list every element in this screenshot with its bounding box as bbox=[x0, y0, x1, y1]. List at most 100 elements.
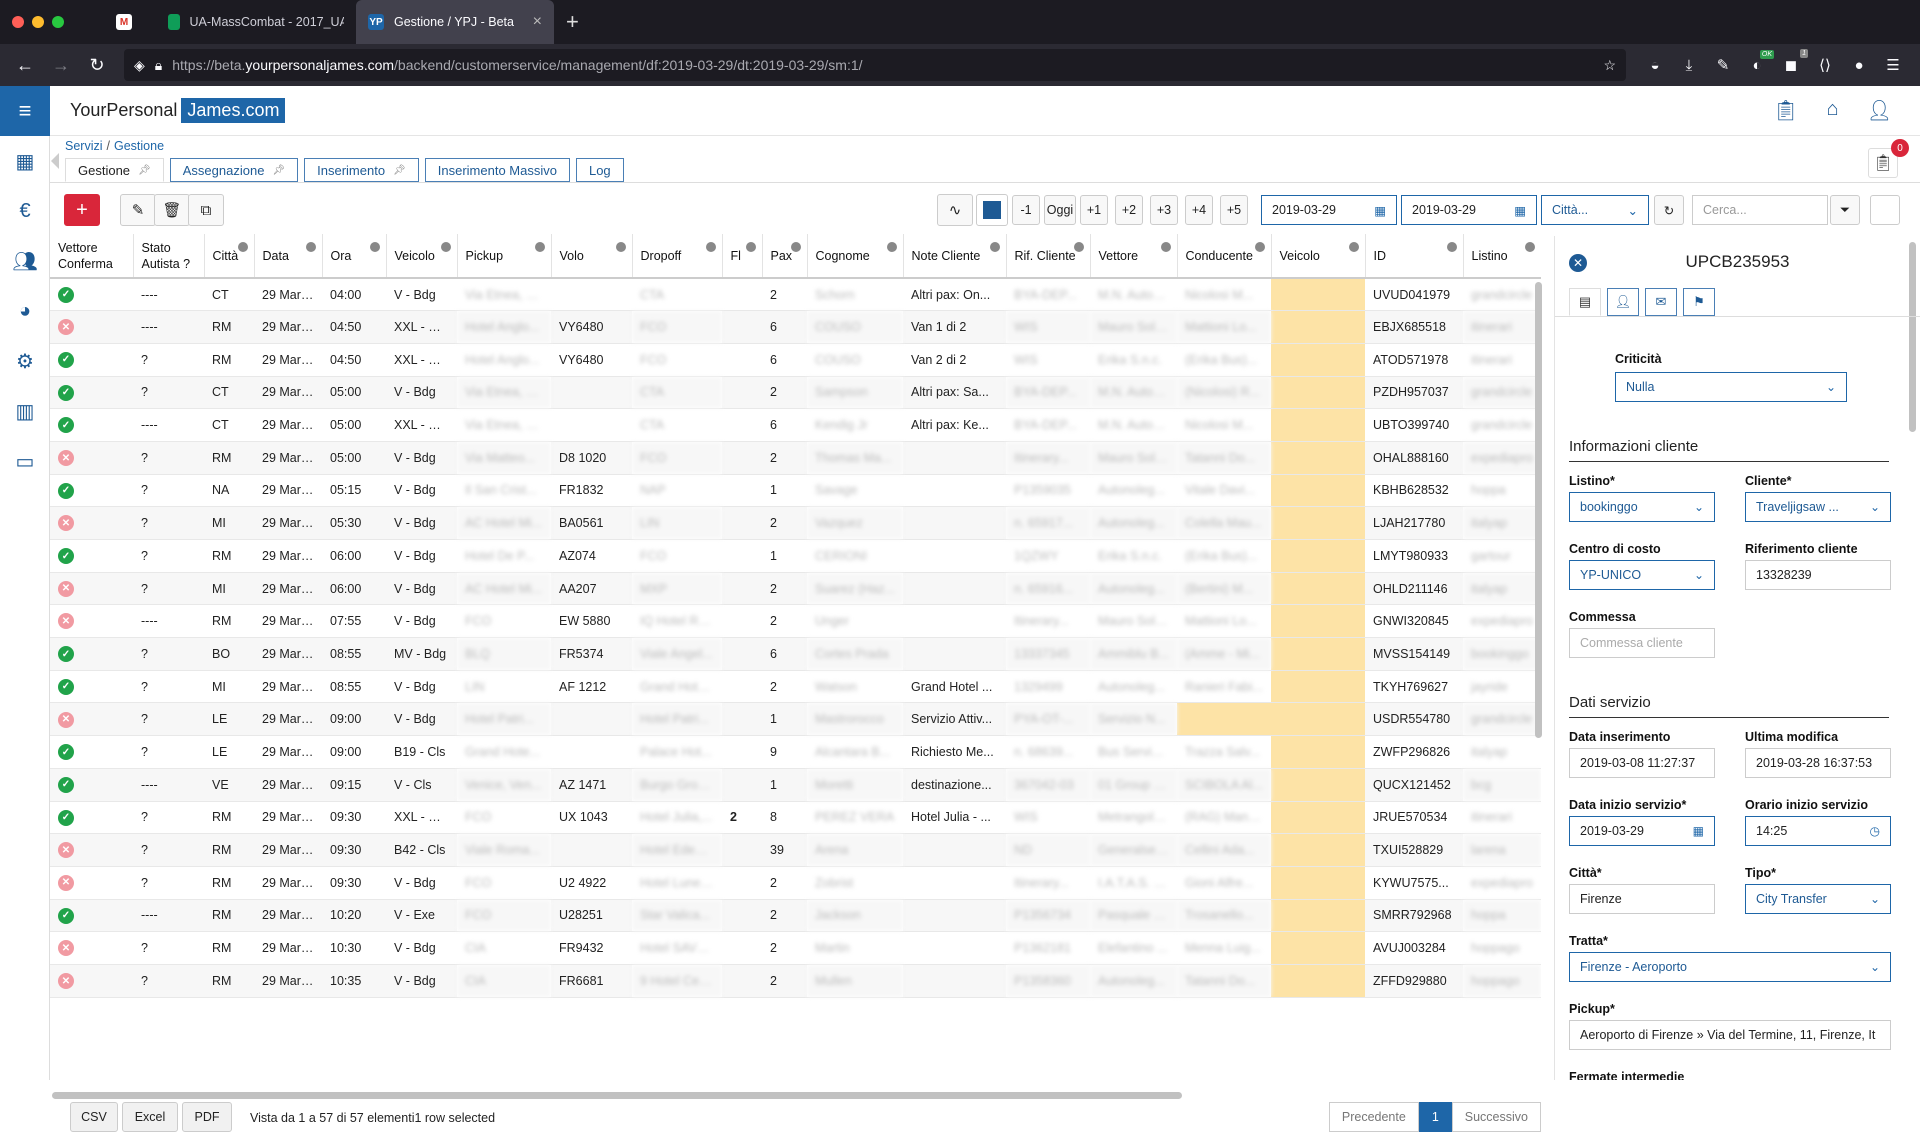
calendar-icon[interactable]: ▦ bbox=[0, 136, 59, 186]
tab-inserimento[interactable]: Inserimento 📌︎ bbox=[304, 158, 419, 182]
document-icon[interactable]: ▤ bbox=[1569, 288, 1601, 316]
close-tab-icon[interactable]: × bbox=[533, 13, 542, 31]
column-header[interactable]: Ora bbox=[322, 234, 387, 279]
pin-icon[interactable]: 📌︎ bbox=[393, 165, 406, 176]
euro-icon[interactable]: € bbox=[0, 186, 50, 236]
browser-tab-masscombat[interactable]: UA-MassCombat - 2017_UAMassCo... bbox=[156, 0, 356, 44]
table-row[interactable]: ✕? MI 29 Mar ... 05:30 V - Bdg AC Hotel Mi...… bbox=[50, 506, 1541, 540]
column-header[interactable]: Pickup bbox=[457, 234, 552, 279]
extension-icon[interactable]: ◐ OK bbox=[1748, 49, 1774, 74]
back-arrow-icon[interactable]: ← bbox=[10, 50, 40, 80]
column-header[interactable]: Cognome bbox=[807, 234, 904, 279]
column-header[interactable]: Pax bbox=[762, 234, 808, 279]
export-excel-button[interactable]: Excel bbox=[122, 1102, 178, 1132]
close-window-button[interactable] bbox=[12, 16, 24, 28]
column-header[interactable]: Città bbox=[204, 234, 255, 279]
day-minus-1-button[interactable]: -1 bbox=[1012, 195, 1040, 225]
column-filter-icon[interactable] bbox=[1254, 242, 1265, 252]
table-row[interactable]: ✓? BO 29 Mar ... 08:55 MV - Bdg BLQ FR5374 Vial… bbox=[50, 637, 1541, 671]
table-row[interactable]: ✓? NA 29 Mar ... 05:15 V - Bdg Il San Crist..… bbox=[50, 474, 1541, 508]
column-header[interactable]: Data bbox=[254, 234, 323, 279]
column-header[interactable]: Vettore Conferma bbox=[50, 234, 134, 279]
date-from-input[interactable]: 2019-03-29 ▦ bbox=[1261, 195, 1397, 225]
column-header[interactable]: ID bbox=[1365, 234, 1464, 279]
column-header[interactable]: Veicolo bbox=[1271, 234, 1366, 279]
listino-select[interactable]: bookinggo ⌄ bbox=[1569, 492, 1715, 522]
column-filter-icon[interactable] bbox=[790, 242, 801, 252]
filter-icon[interactable]: ⏷ bbox=[1830, 195, 1860, 225]
scrollbar-thumb[interactable] bbox=[52, 1092, 1182, 1099]
riferimento-cliente-input[interactable]: 13328239 bbox=[1745, 560, 1891, 590]
pagination-prev[interactable]: Precedente bbox=[1328, 1102, 1419, 1132]
column-header[interactable]: Rif. Cliente bbox=[1006, 234, 1091, 279]
gears-icon[interactable]: ⚙ bbox=[0, 336, 50, 386]
column-header[interactable]: Veicolo bbox=[386, 234, 458, 279]
tab-gestione[interactable]: Gestione 📌︎ bbox=[65, 158, 164, 182]
extension-icon[interactable]: ◼ 1 bbox=[1782, 49, 1808, 74]
maximize-window-button[interactable] bbox=[52, 16, 64, 28]
tab-log[interactable]: Log bbox=[575, 158, 624, 182]
column-filter-icon[interactable] bbox=[369, 242, 380, 252]
refresh-icon[interactable]: ↻ bbox=[1654, 195, 1684, 225]
bookmark-star-icon[interactable]: ☆ bbox=[1603, 57, 1616, 74]
column-filter-icon[interactable] bbox=[615, 242, 626, 252]
browser-tab-gmail[interactable]: M bbox=[104, 0, 156, 44]
table-row[interactable]: ✓? RM 29 Mar ... 09:30 XXL - Bdg FCO UX 1043 Ho… bbox=[50, 801, 1541, 835]
column-header[interactable]: Fl bbox=[722, 234, 763, 279]
column-filter-icon[interactable] bbox=[1524, 242, 1535, 252]
centro-costo-select[interactable]: YP-UNICO ⌄ bbox=[1569, 560, 1715, 590]
column-filter-icon[interactable] bbox=[1073, 242, 1084, 252]
commessa-input[interactable]: Commessa cliente bbox=[1569, 628, 1715, 658]
calendar-icon[interactable]: ▦ bbox=[1514, 203, 1526, 218]
reload-icon[interactable]: ↻ bbox=[82, 50, 112, 80]
city-select[interactable]: Città... ⌄ bbox=[1541, 195, 1649, 225]
menu-icon[interactable]: ☰ bbox=[1884, 56, 1902, 74]
browser-tab-gestione[interactable]: YP Gestione / YPJ - Beta × bbox=[356, 0, 554, 44]
tab-assegnazione[interactable]: Assegnazione 📌︎ bbox=[169, 158, 299, 182]
wrench-icon[interactable]: ✎ bbox=[1714, 56, 1732, 74]
breadcrumb-gestione[interactable]: Gestione bbox=[114, 139, 164, 153]
cliente-select[interactable]: Traveljigsaw ... ⌄ bbox=[1745, 492, 1891, 522]
pin-icon[interactable]: 📌︎ bbox=[272, 165, 285, 176]
pie-chart-icon[interactable]: ◕ bbox=[0, 286, 50, 336]
panel-scrollbar[interactable] bbox=[1909, 242, 1916, 432]
envelope-icon[interactable]: ✉ bbox=[1645, 288, 1677, 316]
tipo-select[interactable]: City Transfer ⌄ bbox=[1745, 884, 1891, 914]
column-filter-icon[interactable] bbox=[705, 242, 716, 252]
column-header[interactable]: Volo bbox=[551, 234, 633, 279]
pagination-page-1[interactable]: 1 bbox=[1418, 1102, 1452, 1132]
copy-icon[interactable]: ⧉ bbox=[188, 194, 224, 226]
pocket-icon[interactable]: ◒ bbox=[1646, 57, 1664, 74]
column-filter-icon[interactable] bbox=[1348, 242, 1359, 252]
table-row[interactable]: ✕ ---- RM 29 Mar ... 07:55 V - Bdg FCO EW 5880 I… bbox=[50, 604, 1541, 639]
day-plus-5-button[interactable]: +5 bbox=[1220, 195, 1248, 225]
table-row[interactable]: ✕? RM 29 Mar ... 10:35 V - Bdg CIA FR6681 9 Hot… bbox=[50, 964, 1541, 998]
column-filter-icon[interactable] bbox=[886, 242, 897, 252]
column-header[interactable]: Stato Autista ? bbox=[133, 234, 205, 279]
table-row[interactable]: ✕ ---- RM 29 Mar ... 04:50 XXL - Bdg Hotel Ang… bbox=[50, 310, 1541, 344]
hamburger-menu-icon[interactable]: ≡ bbox=[0, 86, 50, 136]
table-row[interactable]: ✕? MI 29 Mar ... 06:00 V - Bdg AC Hotel Mi...… bbox=[50, 572, 1541, 606]
building-icon[interactable]: ▥ bbox=[0, 386, 50, 436]
criticita-select[interactable]: Nulla ⌄ bbox=[1615, 372, 1847, 402]
column-filter-icon[interactable] bbox=[305, 242, 316, 252]
column-header[interactable]: Conducente bbox=[1177, 234, 1272, 279]
table-row[interactable]: ✕? RM 29 Mar ... 09:30 B42 - Cls Viale Roma..… bbox=[50, 833, 1541, 867]
column-filter-icon[interactable] bbox=[989, 242, 1000, 252]
table-row[interactable]: ✓? CT 29 Mar ... 05:00 V - Bdg Via Etnea, 2..… bbox=[50, 376, 1541, 410]
table-row[interactable]: ✕? RM 29 Mar ... 05:00 V - Bdg Via Matteo... D… bbox=[50, 441, 1541, 475]
export-pdf-button[interactable]: PDF bbox=[182, 1102, 232, 1132]
logo[interactable]: YourPersonal James.com bbox=[70, 98, 286, 123]
table-row[interactable]: ✓ ---- CT 29 Mar ... 05:00 XXL - Bdg Via Etnea… bbox=[50, 408, 1541, 442]
color-toggle-button[interactable] bbox=[976, 194, 1008, 226]
options-button[interactable] bbox=[1870, 195, 1900, 225]
export-csv-button[interactable]: CSV bbox=[70, 1102, 118, 1132]
forward-arrow-icon[interactable]: → bbox=[46, 50, 76, 80]
table-row[interactable]: ✓? RM 29 Mar ... 04:50 XXL - Bdg Hotel Anglo.… bbox=[50, 343, 1541, 377]
column-filter-icon[interactable] bbox=[1160, 242, 1171, 252]
tratta-select[interactable]: Firenze - Aeroporto ⌄ bbox=[1569, 952, 1891, 982]
table-row[interactable]: ✕? LE 29 Mar ... 09:00 V - Bdg Hotel Patri...… bbox=[50, 702, 1541, 737]
table-row[interactable]: ✕? RM 29 Mar ... 09:30 V - Bdg FCO U2 4922 Hote… bbox=[50, 866, 1541, 900]
column-header[interactable]: Note Cliente bbox=[903, 234, 1007, 279]
column-header[interactable]: Listino bbox=[1463, 234, 1541, 279]
